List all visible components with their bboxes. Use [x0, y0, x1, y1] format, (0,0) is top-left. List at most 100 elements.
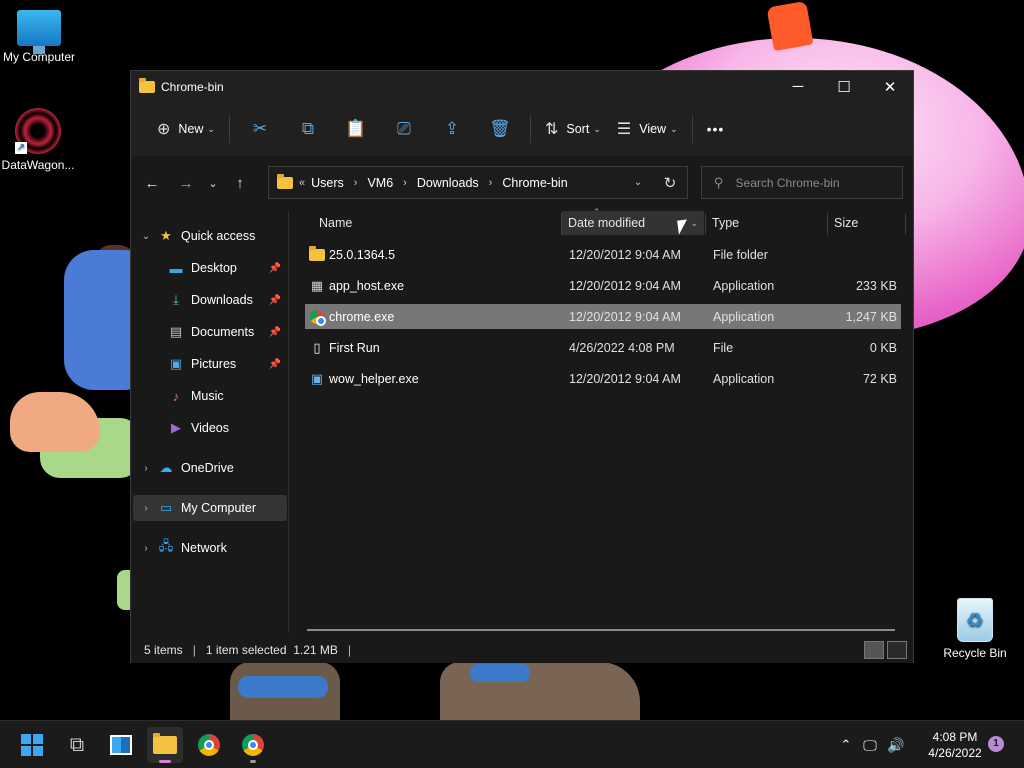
network-icon[interactable]: 🖵 [856, 737, 884, 754]
chevron-right-icon: › [488, 176, 493, 189]
file-row[interactable]: ▣ wow_helper.exe 12/20/2012 9:04 AM Appl… [305, 366, 901, 391]
taskbar-chrome[interactable] [191, 727, 227, 763]
nav-item-videos[interactable]: ▶ Videos [163, 415, 289, 441]
up-button[interactable]: ↑ [225, 168, 255, 198]
file-row[interactable]: 25.0.1364.5 12/20/2012 9:04 AM File fold… [305, 242, 901, 267]
chevron-right-icon[interactable]: › [139, 543, 153, 554]
file-row[interactable]: ▦ app_host.exe 12/20/2012 9:04 AM Applic… [305, 273, 901, 298]
nav-item-network[interactable]: › 🖧 Network [139, 535, 289, 561]
rename-button[interactable]: ⎚ [380, 113, 428, 145]
volume-icon[interactable]: 🔊 [884, 737, 908, 754]
file-icon: ▯ [313, 339, 321, 355]
nav-item-onedrive[interactable]: › ☁ OneDrive [139, 455, 289, 481]
nav-item-downloads[interactable]: ⤓ Downloads 📌 [163, 287, 289, 313]
details-view-button[interactable] [864, 641, 884, 659]
chevron-down-icon: ⌄ [207, 123, 215, 134]
address-history-button[interactable]: ⌄ [623, 177, 653, 188]
share-button[interactable]: ⇪ [428, 113, 476, 145]
taskbar: ⧉ ⌃ 🖵 🔊 4:08 PM 4/26/2022 [0, 720, 1024, 768]
nav-item-pictures[interactable]: ▣ Pictures 📌 [163, 351, 289, 377]
back-button[interactable]: ← [137, 168, 167, 198]
cloud-icon: ☁ [159, 460, 173, 475]
column-header-label: Name [319, 216, 353, 230]
file-row[interactable]: chrome.exe 12/20/2012 9:04 AM Applicatio… [305, 304, 901, 329]
close-button[interactable]: ✕ [867, 71, 913, 102]
nav-item-my-computer[interactable]: › ▭ My Computer [133, 495, 287, 521]
file-name: app_host.exe [329, 278, 405, 293]
overflow-icon[interactable]: « [299, 177, 305, 189]
recent-locations-button[interactable]: ⌄ [201, 168, 225, 198]
cut-button[interactable]: ✂ [236, 113, 284, 145]
forward-button[interactable]: → [171, 168, 201, 198]
breadcrumb-downloads[interactable]: Downloads [417, 176, 479, 190]
pin-icon: 📌 [268, 358, 281, 370]
minimize-button[interactable]: ─ [775, 71, 821, 102]
toolbar-divider [228, 115, 230, 143]
search-icon: ⚲ [714, 174, 724, 190]
chevron-down-icon[interactable]: ⌄ [690, 218, 698, 229]
clock[interactable]: 4:08 PM 4/26/2022 [918, 729, 992, 761]
task-view-button[interactable]: ⧉ [59, 727, 95, 763]
view-button[interactable]: ☰ View ⌄ [609, 113, 686, 145]
column-divider[interactable] [905, 213, 906, 235]
chevron-down-icon[interactable]: ⌄ [139, 231, 153, 242]
search-input[interactable]: ⚲ Search Chrome-bin [701, 166, 903, 199]
taskbar-chrome-running[interactable] [235, 727, 271, 763]
share-icon: ⇪ [444, 119, 460, 138]
show-hidden-icons-button[interactable]: ⌃ [836, 737, 856, 753]
copy-button[interactable]: ⧉ [284, 113, 332, 145]
wallpaper-boot-cuff [470, 664, 530, 682]
sort-button[interactable]: ⇅ Sort ⌄ [537, 113, 609, 145]
paste-button[interactable]: 📋 [332, 113, 380, 145]
clock-time: 4:08 PM [932, 730, 978, 744]
breadcrumb-users[interactable]: Users [311, 176, 344, 190]
monitor-icon [17, 10, 61, 54]
nav-item-documents[interactable]: ▤ Documents 📌 [163, 319, 289, 345]
title-bar[interactable]: Chrome-bin ─ ☐ ✕ [131, 71, 913, 102]
column-header-name[interactable]: Name [305, 211, 561, 235]
breadcrumb-chrome-bin[interactable]: Chrome-bin [502, 176, 567, 190]
desktop-icon-recycle-bin[interactable]: ♻ Recycle Bin [933, 598, 1017, 660]
desktop-icon-datawagon[interactable]: ↗ DataWagon... [0, 108, 80, 172]
nav-item-label: Documents [191, 325, 255, 339]
file-type: File folder [713, 247, 768, 262]
column-header-label: Date modified [568, 216, 646, 230]
maximize-button[interactable]: ☐ [821, 71, 867, 102]
status-divider: | [347, 643, 352, 657]
nav-item-desktop[interactable]: ▬ Desktop 📌 [163, 255, 289, 281]
clock-date: 4/26/2022 [928, 746, 982, 760]
column-header-size[interactable]: Size [828, 211, 904, 235]
desktop-icon-my-computer[interactable]: My Computer [0, 10, 81, 64]
more-options-button[interactable]: ••• [699, 113, 733, 145]
delete-button[interactable]: 🗑 [476, 113, 524, 145]
active-indicator [159, 760, 171, 763]
file-type: File [713, 340, 734, 355]
folder-icon [139, 77, 155, 93]
large-icons-view-button[interactable] [887, 641, 907, 659]
nav-item-label: OneDrive [181, 461, 234, 475]
toolbar-divider [691, 115, 693, 143]
nav-item-music[interactable]: ♪ Music [163, 383, 289, 409]
recycle-bin-icon: ♻ [957, 598, 993, 642]
nav-item-label: Quick access [181, 229, 256, 243]
chevron-right-icon[interactable]: › [139, 463, 153, 474]
column-header-type[interactable]: Type [706, 211, 826, 235]
folder-icon [277, 173, 293, 189]
mouse-cursor-icon [677, 219, 689, 235]
item-count: 5 items [144, 643, 183, 657]
new-button[interactable]: ⊕ New ⌄ [149, 113, 223, 145]
horizontal-scrollbar[interactable] [307, 629, 895, 631]
shortcut-arrow-icon: ↗ [15, 142, 27, 154]
nav-item-quick-access[interactable]: ⌄ ★ Quick access [139, 223, 289, 249]
start-button[interactable] [14, 727, 50, 763]
notification-badge[interactable]: 1 [988, 736, 1004, 752]
chevron-right-icon: › [403, 176, 407, 189]
breadcrumb-vm6[interactable]: VM6 [367, 176, 393, 190]
widgets-button[interactable] [103, 727, 139, 763]
file-row[interactable]: ▯ First Run 4/26/2022 4:08 PM File 0 KB [305, 335, 901, 360]
file-size: 72 KB [862, 371, 897, 386]
refresh-button[interactable]: ↻ [653, 174, 687, 192]
address-bar[interactable]: « Users › VM6 › Downloads › Chrome-bin ⌄… [268, 166, 688, 199]
chevron-right-icon[interactable]: › [139, 503, 153, 514]
taskbar-file-explorer[interactable] [147, 727, 183, 763]
